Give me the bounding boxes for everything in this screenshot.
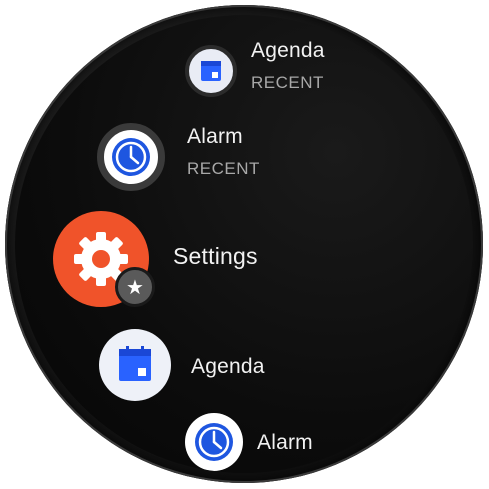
app-item-alarm[interactable]: Alarm: [15, 413, 473, 473]
app-label: Alarm: [257, 431, 313, 454]
star-icon: ★: [115, 267, 155, 307]
clock-icon: [185, 413, 243, 471]
app-label: Settings: [173, 243, 258, 269]
app-subtitle: RECENT: [251, 73, 324, 92]
watch-bezel: Agenda RECENT Alarm RECENT ★ Settings Ag…: [5, 5, 483, 483]
app-label: Agenda: [191, 355, 265, 378]
calendar-icon: [185, 45, 237, 97]
clock-icon: [97, 123, 165, 191]
watch-screen: Agenda RECENT Alarm RECENT ★ Settings Ag…: [15, 15, 473, 473]
app-label: Agenda: [251, 39, 325, 62]
app-subtitle: RECENT: [187, 159, 260, 178]
calendar-icon: [99, 329, 171, 401]
app-item-settings[interactable]: ★ Settings: [15, 203, 473, 313]
app-item-agenda[interactable]: Agenda: [15, 325, 473, 407]
app-item-agenda-recent[interactable]: Agenda RECENT: [15, 15, 473, 105]
app-item-alarm-recent[interactable]: Alarm RECENT: [15, 107, 473, 191]
device-photo: Agenda RECENT Alarm RECENT ★ Settings Ag…: [0, 0, 489, 489]
star-glyph: ★: [126, 276, 144, 299]
app-label: Alarm: [187, 125, 243, 148]
